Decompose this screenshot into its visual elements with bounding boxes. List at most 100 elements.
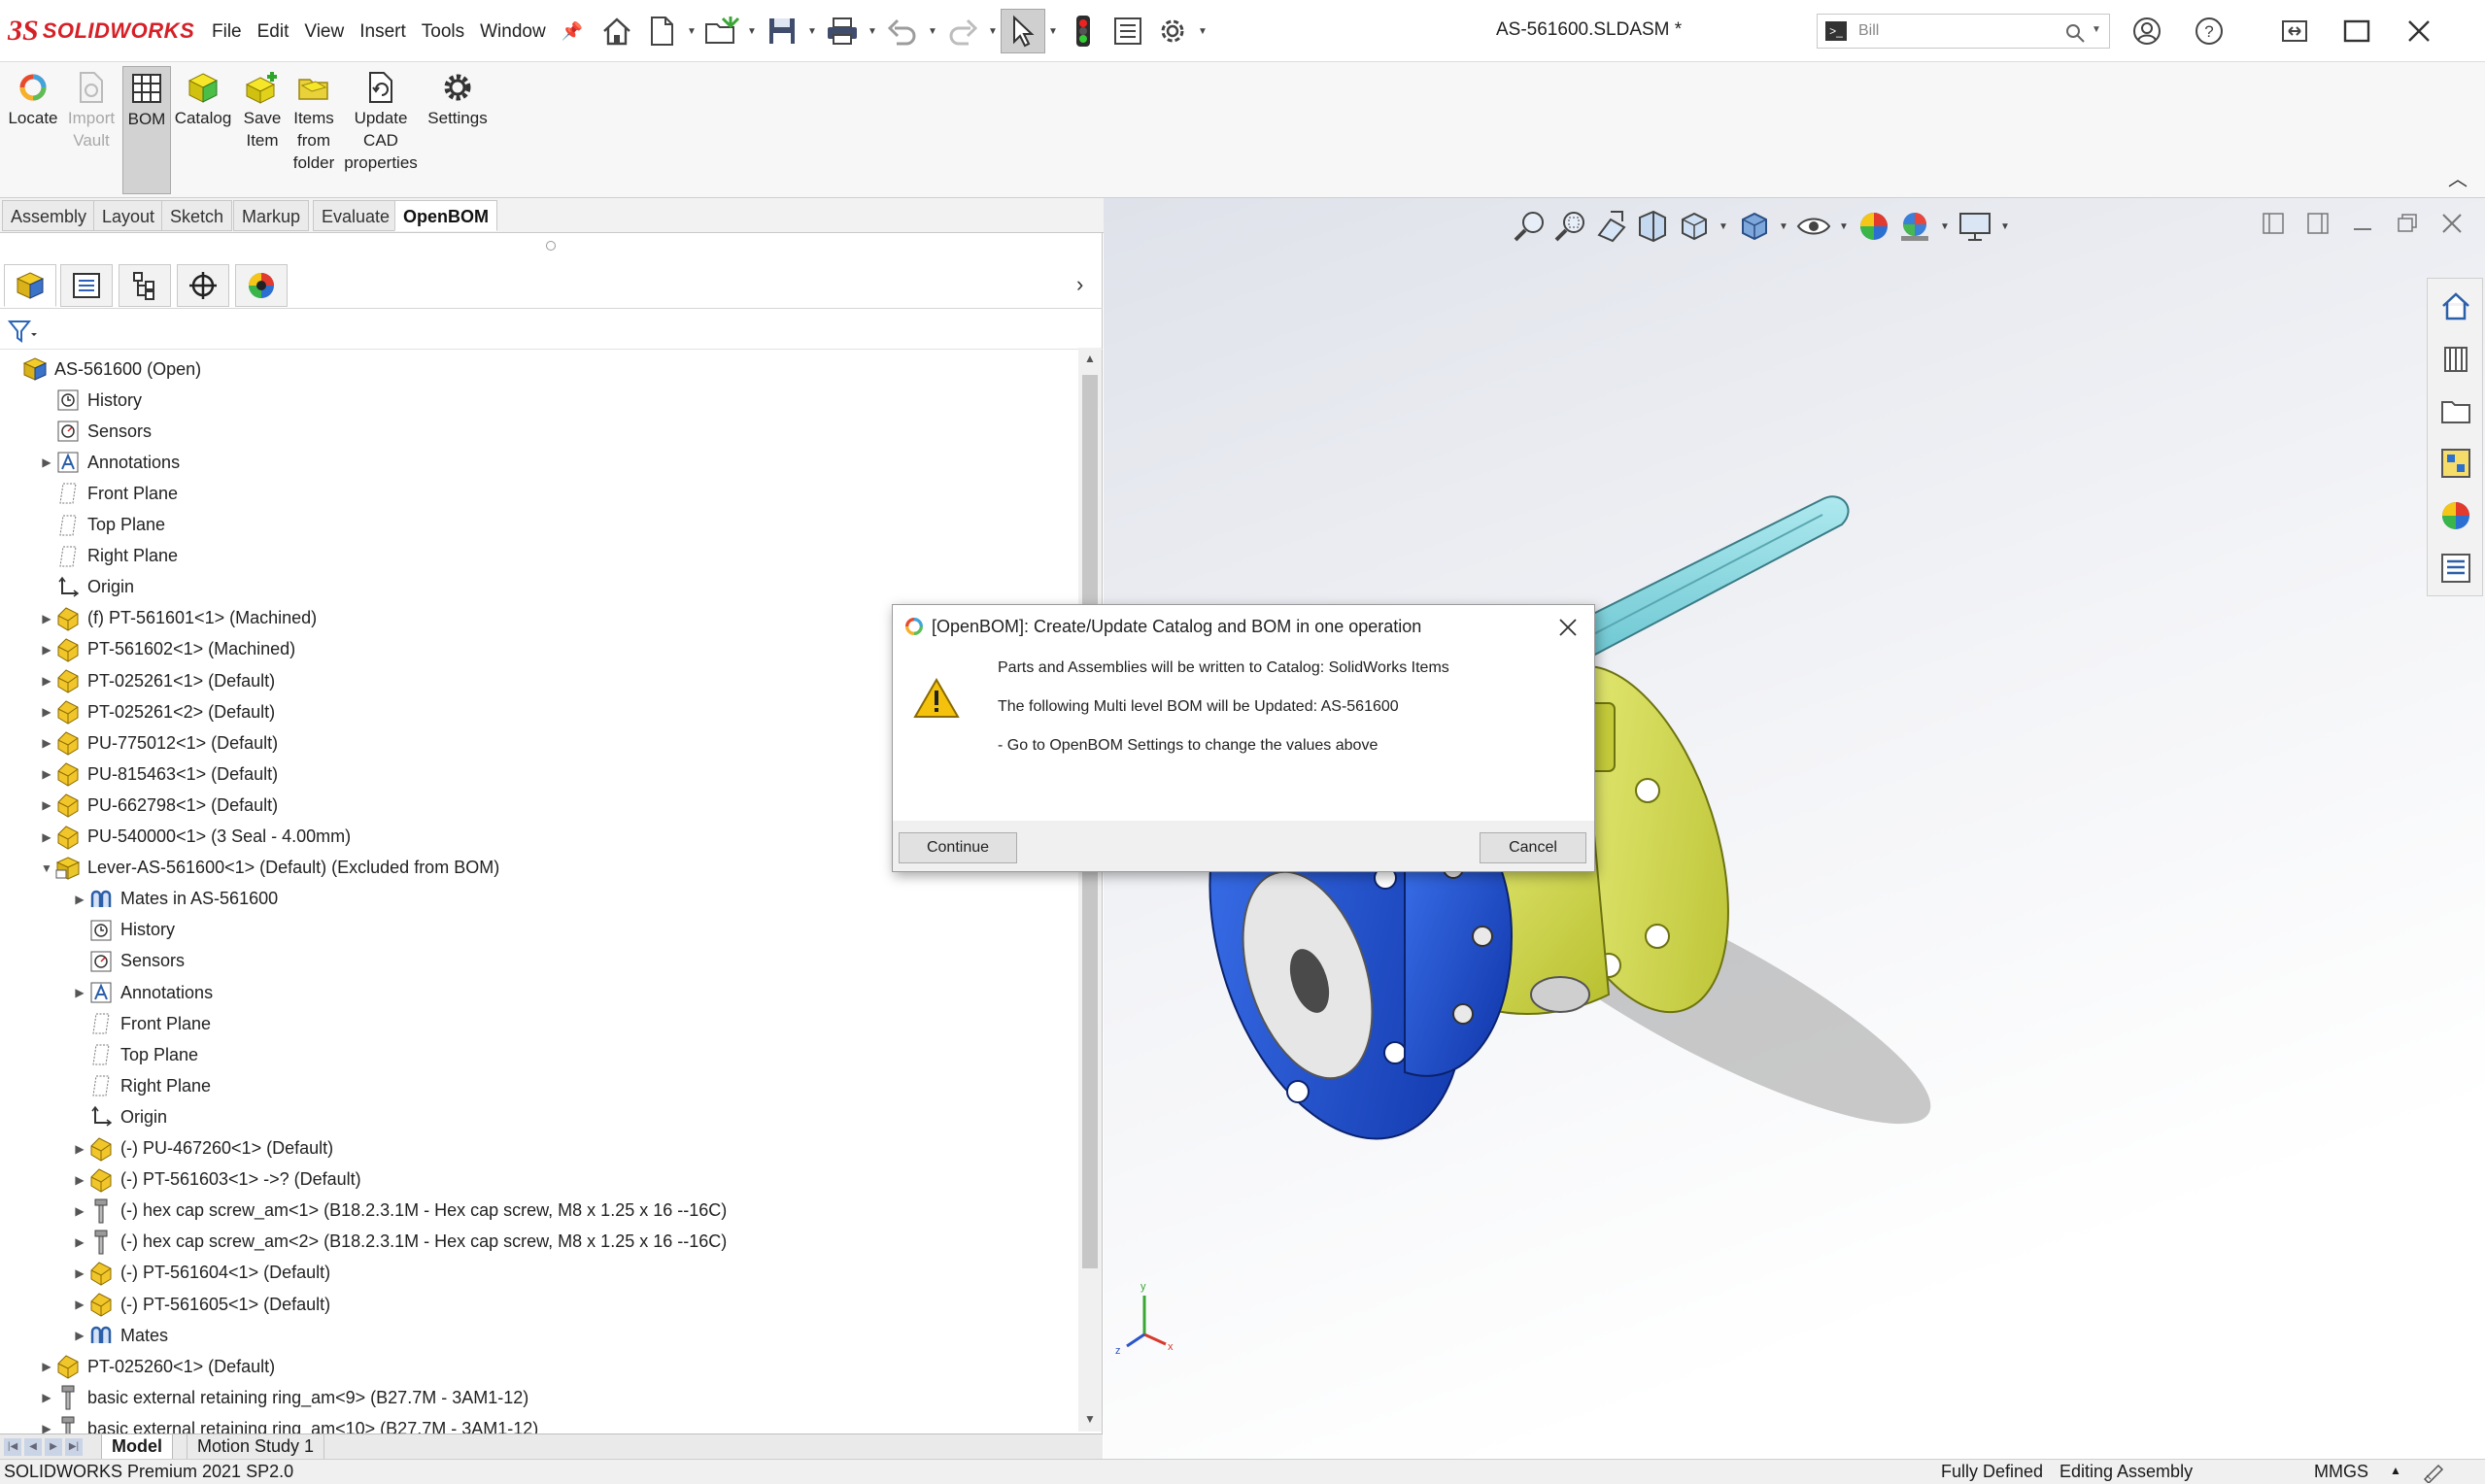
- menu-window[interactable]: Window: [472, 17, 554, 47]
- expand-toggle-icon[interactable]: ▶: [72, 1266, 87, 1280]
- tab-model[interactable]: Model: [101, 1434, 173, 1460]
- scroll-up-icon[interactable]: ▲: [1084, 352, 1096, 365]
- help-button[interactable]: ?: [2190, 12, 2229, 51]
- search-icon[interactable]: [2064, 22, 2086, 44]
- tree-item[interactable]: Top Plane: [39, 510, 165, 541]
- bom-button[interactable]: BOM: [122, 66, 171, 194]
- save-button[interactable]: [760, 9, 804, 53]
- open-dropdown[interactable]: ▼: [744, 26, 760, 37]
- expand-toggle-icon[interactable]: ▶: [72, 986, 87, 999]
- expand-toggle-icon[interactable]: ▶: [72, 1235, 87, 1249]
- catalog-button[interactable]: Catalog: [173, 66, 233, 129]
- expand-toggle-icon[interactable]: ▶: [39, 612, 54, 625]
- collapse-ribbon-icon[interactable]: ︿: [2448, 163, 2468, 191]
- expand-toggle-icon[interactable]: ▶: [39, 830, 54, 844]
- search-box[interactable]: >_ Bill ▼: [1817, 14, 2110, 49]
- scroll-down-icon[interactable]: ▼: [1084, 1412, 1096, 1426]
- tree-item[interactable]: ▶ PU-540000<1> (3 Seal - 4.00mm): [39, 822, 351, 853]
- tree-item[interactable]: ▶ (-) PT-561605<1> (Default): [72, 1289, 330, 1320]
- print-button[interactable]: [820, 9, 865, 53]
- tree-item[interactable]: ▶ PT-025261<1> (Default): [39, 665, 275, 696]
- expand-toggle-icon[interactable]: ▶: [39, 455, 54, 469]
- tree-item[interactable]: ▶ PT-025261<2> (Default): [39, 696, 275, 727]
- property-manager-tab[interactable]: [60, 264, 113, 307]
- menu-edit[interactable]: Edit: [250, 17, 297, 47]
- expand-toggle-icon[interactable]: ▶: [39, 1360, 54, 1373]
- tree-item[interactable]: ▶ (-) PT-561603<1> ->? (Default): [72, 1164, 361, 1196]
- select-button[interactable]: [1001, 9, 1045, 53]
- feature-manager-tab[interactable]: [4, 264, 56, 307]
- pin-icon[interactable]: 📌: [554, 17, 591, 47]
- expand-toggle-icon[interactable]: ▶: [72, 1142, 87, 1156]
- undo-button[interactable]: [880, 9, 925, 53]
- tab-evaluate[interactable]: Evaluate: [313, 200, 399, 231]
- save-item-button[interactable]: Save Item: [237, 66, 288, 152]
- update-cad-properties-button[interactable]: Update CAD properties: [340, 66, 422, 174]
- tree-item[interactable]: ▶ (-) hex cap screw_am<1> (B18.2.3.1M - H…: [72, 1196, 727, 1227]
- rebuild-status-icon[interactable]: [2421, 1462, 2446, 1483]
- menu-insert[interactable]: Insert: [352, 17, 414, 47]
- undo-dropdown[interactable]: ▼: [925, 26, 940, 37]
- menu-tools[interactable]: Tools: [414, 17, 472, 47]
- expand-toggle-icon[interactable]: ▶: [39, 736, 54, 750]
- tab-assembly[interactable]: Assembly: [2, 200, 96, 231]
- search-input[interactable]: Bill: [1858, 22, 1879, 40]
- tree-item[interactable]: ▶ basic external retaining ring_am<9> (B2…: [39, 1382, 528, 1413]
- expand-toggle-icon[interactable]: ▶: [72, 1173, 87, 1187]
- redo-dropdown[interactable]: ▼: [985, 26, 1001, 37]
- expand-toggle-icon[interactable]: ▶: [72, 1298, 87, 1311]
- print-dropdown[interactable]: ▼: [865, 26, 880, 37]
- tab-markup[interactable]: Markup: [233, 200, 310, 231]
- options-button[interactable]: [1150, 9, 1195, 53]
- tree-item[interactable]: ▶ PU-775012<1> (Default): [39, 727, 278, 759]
- import-vault-button[interactable]: Import Vault: [64, 66, 119, 152]
- tree-item[interactable]: Right Plane: [39, 541, 178, 572]
- tree-scrollbar[interactable]: ▲ ▼: [1078, 348, 1102, 1432]
- tree-item[interactable]: ▶ (f) PT-561601<1> (Machined): [39, 603, 317, 634]
- tree-item[interactable]: ▶ (-) hex cap screw_am<2> (B18.2.3.1M - H…: [72, 1227, 727, 1258]
- account-button[interactable]: [2128, 12, 2166, 51]
- tree-item[interactable]: Right Plane: [72, 1070, 211, 1101]
- dimxpert-manager-tab[interactable]: [177, 264, 229, 307]
- status-units[interactable]: MMGS: [2314, 1462, 2368, 1482]
- tree-item[interactable]: History: [39, 385, 142, 416]
- restore-ribbon-button[interactable]: [2275, 12, 2314, 51]
- units-dropdown-icon[interactable]: ▲: [2390, 1464, 2401, 1477]
- tab-scroll-arrows[interactable]: |◀ ◀ ▶ ▶|: [4, 1438, 83, 1456]
- open-button[interactable]: [699, 9, 744, 53]
- dialog-close-button[interactable]: [1551, 611, 1584, 644]
- expand-toggle-icon[interactable]: ▶: [72, 1329, 87, 1342]
- task-pane-appearances[interactable]: [2436, 496, 2475, 535]
- task-pane-home[interactable]: [2436, 287, 2475, 325]
- home-button[interactable]: [595, 9, 639, 53]
- expand-toggle-icon[interactable]: ▶: [39, 767, 54, 781]
- tree-item[interactable]: Sensors: [39, 416, 152, 447]
- locate-button[interactable]: Locate: [6, 66, 60, 129]
- tree-item[interactable]: Front Plane: [39, 478, 178, 509]
- tree-item[interactable]: ▶ Annotations: [72, 977, 213, 1008]
- tab-sketch[interactable]: Sketch: [161, 200, 233, 231]
- expand-toggle-icon[interactable]: ▶: [39, 705, 54, 719]
- menu-view[interactable]: View: [296, 17, 352, 47]
- tree-item[interactable]: AS-561600 (Open): [6, 354, 201, 385]
- task-pane-custom-properties[interactable]: [2436, 549, 2475, 588]
- tree-item[interactable]: ▶ PU-662798<1> (Default): [39, 790, 278, 821]
- tree-item[interactable]: ▶ PT-561602<1> (Machined): [39, 634, 295, 665]
- task-pane-file-explorer[interactable]: [2436, 391, 2475, 430]
- tab-motion-study[interactable]: Motion Study 1: [187, 1434, 325, 1460]
- maximize-button[interactable]: [2337, 12, 2376, 51]
- expand-toggle-icon[interactable]: ▶: [39, 1391, 54, 1404]
- menu-file[interactable]: File: [204, 17, 250, 47]
- viewport-close-icon[interactable]: [2440, 212, 2464, 235]
- tree-item[interactable]: ▶ Mates in AS-561600: [72, 884, 278, 915]
- expand-toggle-icon[interactable]: ▶: [39, 643, 54, 657]
- solidworks-logo[interactable]: 3S SOLIDWORKS: [8, 14, 194, 49]
- new-dropdown[interactable]: ▼: [684, 26, 699, 37]
- tree-item[interactable]: Sensors: [72, 946, 185, 977]
- select-dropdown[interactable]: ▼: [1045, 26, 1061, 37]
- new-document-button[interactable]: [639, 9, 684, 53]
- tree-item[interactable]: Origin: [72, 1101, 167, 1132]
- options-dropdown[interactable]: ▼: [1195, 26, 1210, 37]
- tree-item[interactable]: ▶ (-) PT-561604<1> (Default): [72, 1258, 330, 1289]
- tree-item[interactable]: Top Plane: [72, 1039, 198, 1070]
